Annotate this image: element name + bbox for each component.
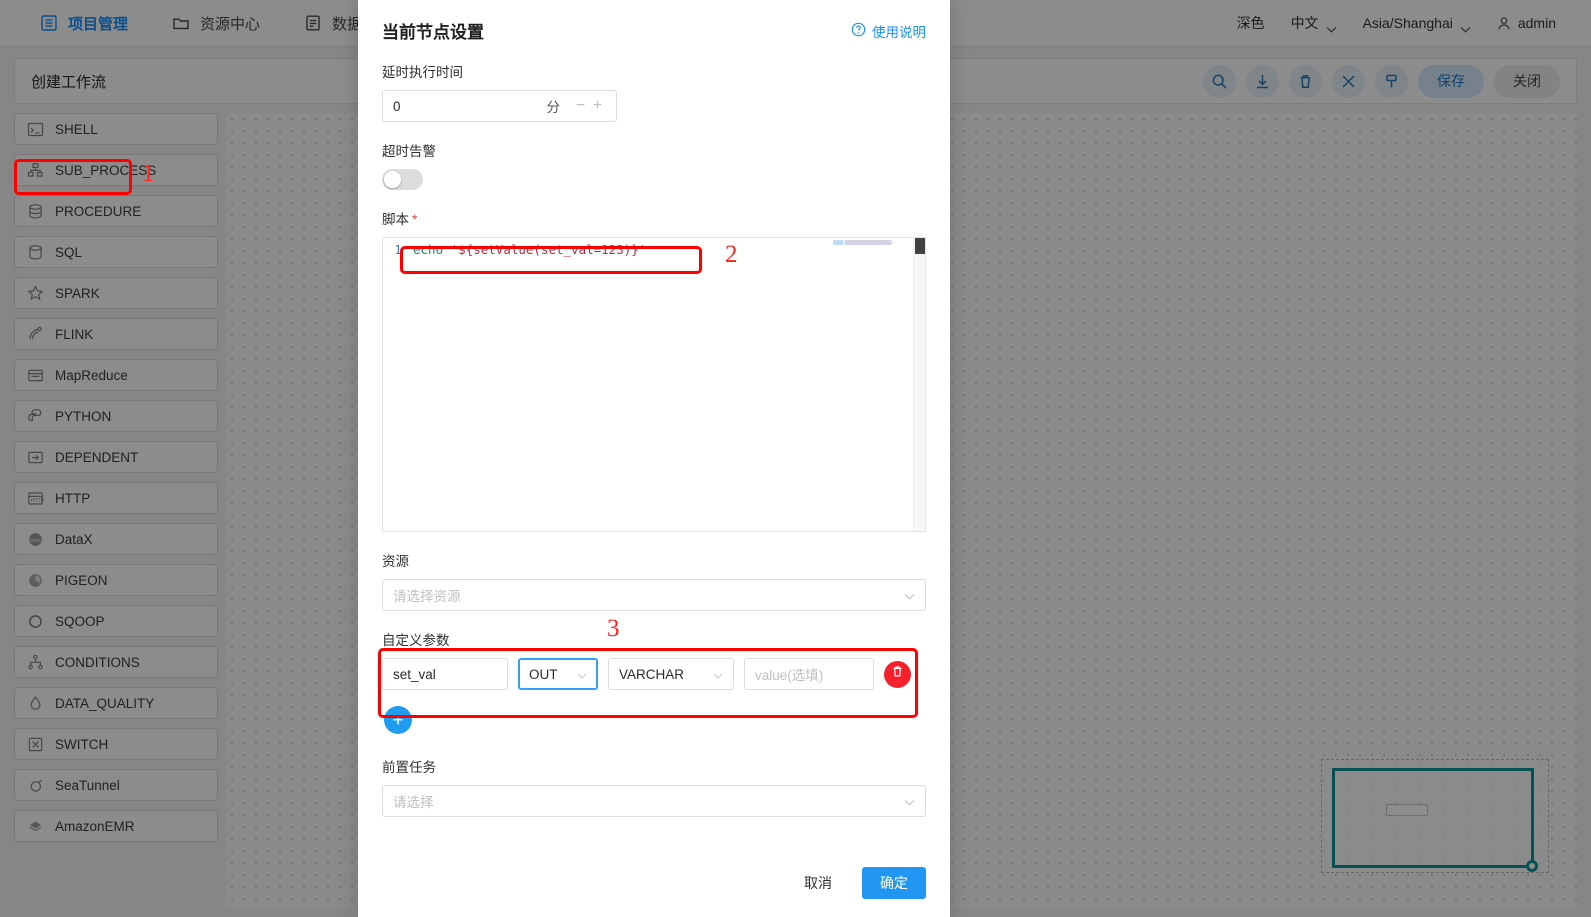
delay-increment-button[interactable]: +: [589, 97, 606, 115]
code-content: echo '${setValue(set_val=123)}': [413, 242, 646, 257]
cancel-button[interactable]: 取消: [788, 867, 848, 899]
editor-minimap[interactable]: [833, 238, 911, 531]
scrollbar-thumb: [915, 238, 925, 254]
timeout-alarm-field: 超时告警: [382, 140, 926, 190]
param-type-select[interactable]: VARCHAR: [608, 658, 734, 690]
toggle-knob: [384, 171, 401, 188]
chevron-down-icon: [904, 794, 915, 809]
confirm-button[interactable]: 确定: [862, 867, 926, 899]
node-settings-dialog: 当前节点设置 使用说明 延时执行时间 0 分 − + 超时告警 脚本 * 1 e…: [358, 0, 950, 917]
param-direction-value: OUT: [529, 666, 558, 682]
pre-tasks-select-value: 请选择: [393, 795, 434, 810]
resource-label: 资源: [382, 554, 409, 569]
param-delete-button[interactable]: [884, 660, 911, 688]
delay-input[interactable]: 0: [393, 99, 547, 114]
help-link-label: 使用说明: [872, 24, 926, 40]
resource-select-value: 请选择资源: [393, 589, 461, 604]
editor-scrollbar[interactable]: [913, 238, 925, 531]
help-link[interactable]: 使用说明: [851, 21, 926, 41]
resource-select[interactable]: 请选择资源: [382, 579, 926, 611]
dialog-header: 当前节点设置 使用说明: [358, 0, 950, 49]
custom-params-block: 自定义参数 set_val OUT VARCHAR value(选填): [382, 629, 926, 690]
code-string-token: '${setValue(set_val=123)}': [450, 242, 647, 257]
pre-tasks-field: 前置任务 请选择: [382, 756, 926, 817]
delay-stepper[interactable]: 0 分 − +: [382, 90, 617, 122]
chevron-down-icon: [577, 667, 587, 682]
help-circle-icon: [851, 22, 866, 40]
code-command-token: echo: [413, 242, 444, 257]
param-value-input[interactable]: value(选填): [744, 658, 874, 690]
timeout-alarm-label: 超时告警: [382, 144, 436, 159]
add-param-button[interactable]: +: [384, 706, 412, 734]
timeout-alarm-toggle[interactable]: [382, 169, 423, 190]
script-code-editor[interactable]: 1 echo '${setValue(set_val=123)}': [382, 237, 926, 532]
script-label-text: 脚本: [382, 212, 409, 227]
resource-field: 资源 请选择资源: [382, 550, 926, 611]
delay-label: 延时执行时间: [382, 65, 463, 80]
delay-decrement-button[interactable]: −: [572, 97, 589, 115]
required-marker: *: [412, 212, 418, 227]
trash-icon: [891, 665, 904, 683]
custom-params-label: 自定义参数: [382, 633, 450, 648]
param-name-value: set_val: [393, 666, 436, 682]
param-value-placeholder: value(选填): [755, 668, 824, 683]
app-root: 项目管理 资源中心 深色 中文 Asia/Shanghai admin 创建工作…: [0, 0, 1591, 917]
dialog-body: 延时执行时间 0 分 − + 超时告警 脚本 * 1 echo '${setVa…: [358, 49, 950, 855]
pre-tasks-select[interactable]: 请选择: [382, 785, 926, 817]
line-number: 1: [394, 242, 402, 257]
custom-param-row: set_val OUT VARCHAR value(选填): [382, 658, 926, 690]
param-direction-select[interactable]: OUT: [518, 658, 598, 690]
param-type-value: VARCHAR: [619, 666, 685, 682]
param-name-input[interactable]: set_val: [382, 658, 508, 690]
dialog-title: 当前节点设置: [382, 23, 484, 42]
dialog-footer: 取消 确定: [358, 855, 950, 917]
delay-unit: 分: [546, 100, 561, 115]
script-field: 脚本 * 1 echo '${setValue(set_val=123)}': [382, 208, 926, 532]
chevron-down-icon: [713, 667, 723, 682]
script-label: 脚本 *: [382, 208, 926, 228]
delay-field: 延时执行时间 0 分 − +: [382, 61, 926, 122]
pre-tasks-label: 前置任务: [382, 760, 436, 775]
chevron-down-icon: [904, 588, 915, 603]
